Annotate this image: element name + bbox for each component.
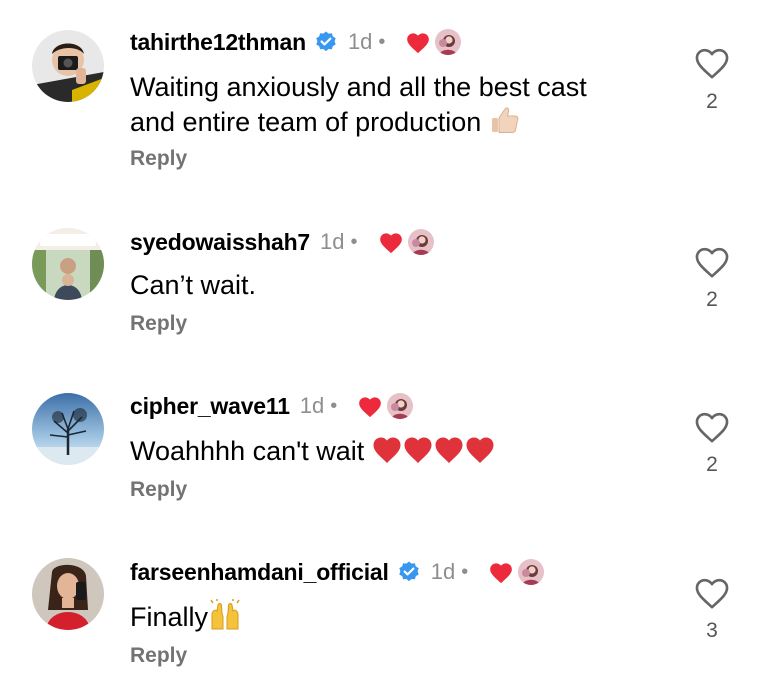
reply-button[interactable]: Reply <box>130 312 187 336</box>
comment-text: Waiting anxiously and all the best cast … <box>130 70 670 144</box>
timestamp: 1d <box>430 559 456 584</box>
comment-header: farseenhamdani_official 1d • <box>130 557 544 587</box>
heart-outline-icon[interactable] <box>692 574 732 610</box>
timestamp: 1d <box>320 229 345 254</box>
username[interactable]: farseenhamdani_official <box>130 559 389 586</box>
like-count: 3 <box>706 619 718 642</box>
avatar-image <box>32 393 104 465</box>
timestamp: 1d <box>299 393 325 418</box>
like-count: 2 <box>706 453 718 476</box>
timestamp: 1d <box>347 29 373 54</box>
like-count: 2 <box>706 288 718 311</box>
username[interactable]: cipher_wave11 <box>130 393 290 420</box>
reply-button[interactable]: Reply <box>130 147 187 171</box>
comment-text-line: Waiting anxiously and all the best cast <box>130 72 587 102</box>
thumbs-up-emoji-icon <box>489 104 521 144</box>
heart-outline-icon[interactable] <box>692 243 732 279</box>
avatar[interactable] <box>32 558 104 630</box>
heart-filled-icon <box>357 394 383 418</box>
comment-text: Woahhhh can't wait <box>130 433 670 473</box>
comment-text-body: Woahhhh can't wait <box>130 436 365 467</box>
separator-dot: • <box>330 394 338 417</box>
heart-filled-icon <box>488 560 514 584</box>
heart-outline-icon[interactable] <box>692 408 732 444</box>
like-count: 2 <box>706 90 718 113</box>
username[interactable]: syedowaisshah7 <box>130 229 310 256</box>
comment-header: syedowaisshah7 1d • <box>130 227 434 257</box>
raising-hands-emoji-icon <box>208 599 242 639</box>
avatar-image <box>32 558 104 630</box>
separator-dot: • <box>378 30 386 53</box>
comment-text-body: Finally <box>130 602 209 633</box>
reply-button[interactable]: Reply <box>130 478 187 502</box>
separator-dot: • <box>461 560 469 583</box>
red-heart-emoji-icons <box>372 433 496 473</box>
avatar-image <box>32 30 104 102</box>
comment-header: tahirthe12thman 1d • <box>130 27 461 57</box>
comment-header: cipher_wave11 1d • <box>130 391 413 421</box>
avatar-image <box>32 228 104 300</box>
heart-filled-icon <box>378 230 404 254</box>
username[interactable]: tahirthe12thman <box>130 29 306 56</box>
verified-badge-icon <box>397 560 421 584</box>
avatar[interactable] <box>32 30 104 102</box>
comment-text: Finally <box>130 599 670 639</box>
reply-button[interactable]: Reply <box>130 644 187 668</box>
avatar[interactable] <box>32 228 104 300</box>
separator-dot: • <box>350 230 358 253</box>
author-avatar <box>518 559 544 585</box>
comment-text: Can’t wait. <box>130 270 257 300</box>
comment-text-line: and entire team of production <box>130 107 482 138</box>
author-avatar <box>408 229 434 255</box>
author-avatar <box>387 393 413 419</box>
heart-outline-icon[interactable] <box>692 44 732 80</box>
heart-filled-icon <box>405 30 431 54</box>
author-avatar <box>435 29 461 55</box>
avatar[interactable] <box>32 393 104 465</box>
verified-badge-icon <box>314 30 338 54</box>
